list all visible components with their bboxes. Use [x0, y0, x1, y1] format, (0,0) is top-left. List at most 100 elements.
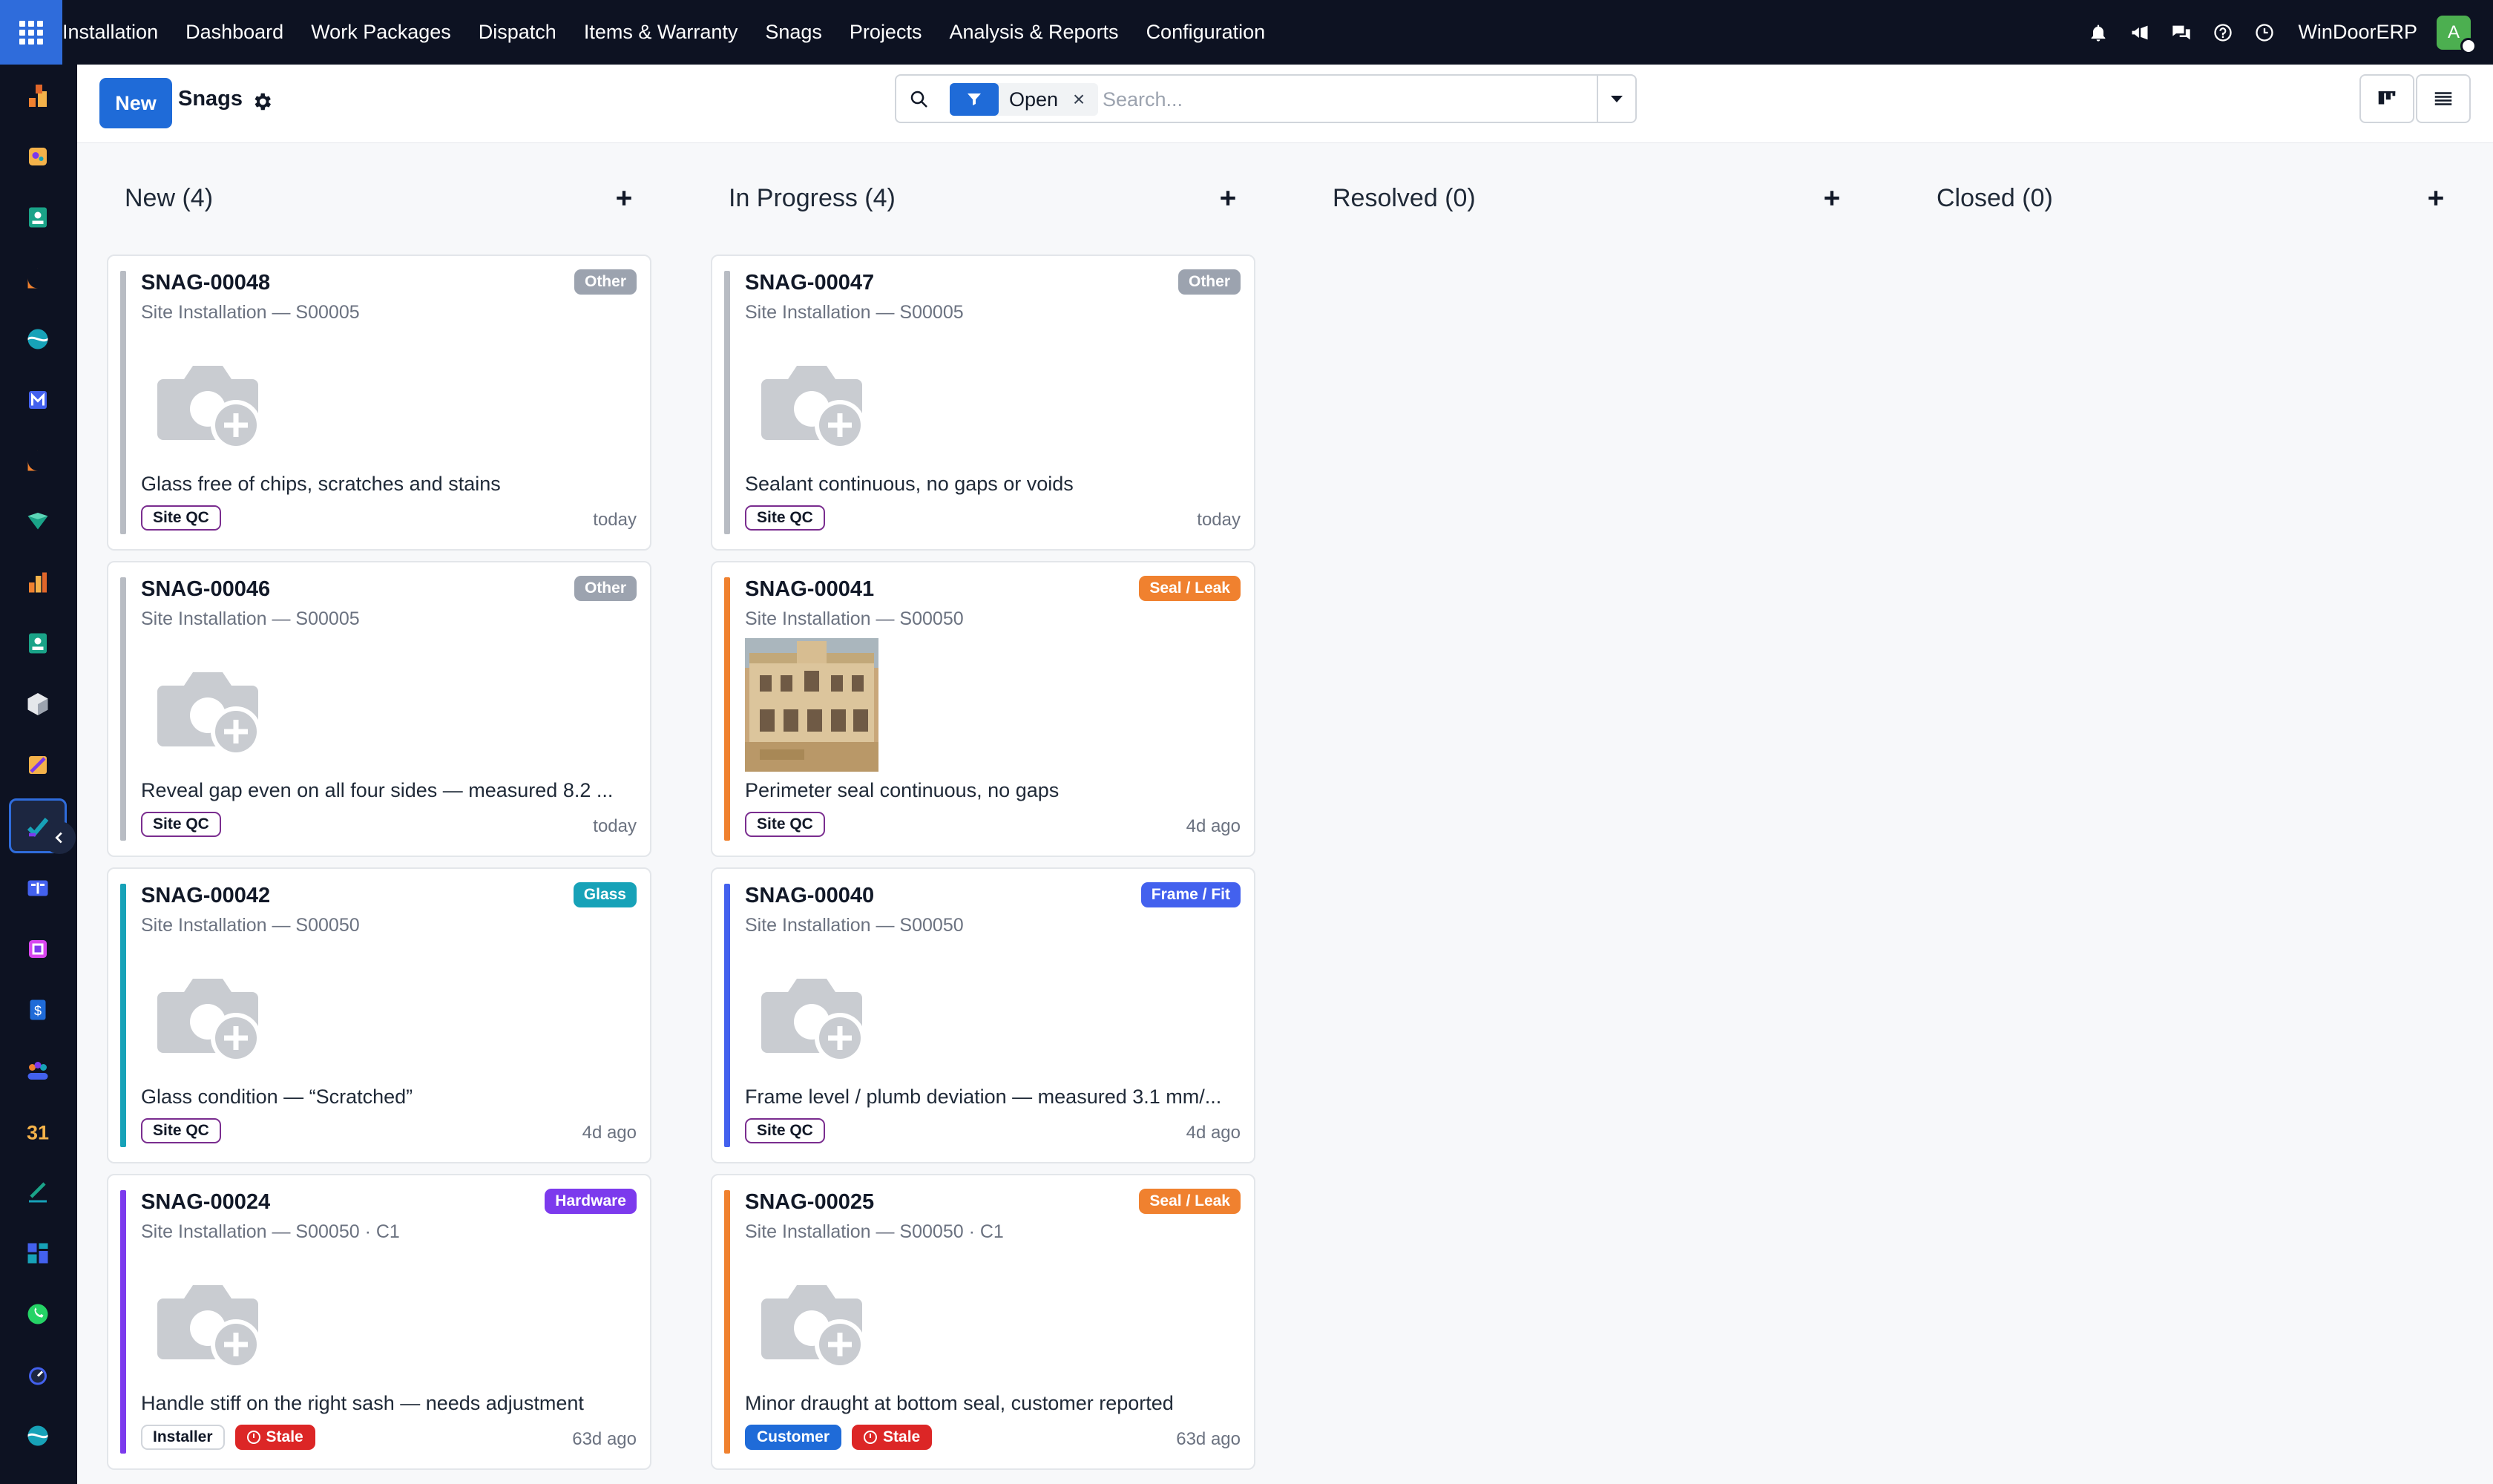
- menu-item-configuration[interactable]: Configuration: [1146, 21, 1266, 44]
- camera-add-icon[interactable]: [141, 949, 275, 1083]
- chip-label: Site QC: [153, 815, 209, 833]
- site-qc-chip: Site QC: [141, 505, 221, 531]
- sidebar-community-app[interactable]: [9, 1043, 67, 1098]
- sidebar-timer-app[interactable]: [9, 1347, 67, 1402]
- column-title: In Progress (4): [729, 183, 896, 212]
- sidebar-helpdesk-app[interactable]: [9, 433, 67, 488]
- collapse-sidebar-button[interactable]: [43, 821, 76, 854]
- sidebar-website-2-app[interactable]: [9, 1408, 67, 1463]
- clock-icon[interactable]: [2253, 22, 2276, 44]
- kanban-card[interactable]: SNAG-00042 Site Installation — S00050 Glas…: [107, 867, 651, 1163]
- sidebar-vault-app[interactable]: [9, 494, 67, 549]
- kanban-card[interactable]: SNAG-00041 Site Installation — S00050 Seal…: [711, 561, 1255, 857]
- kanban-card[interactable]: SNAG-00025 Site Installation — S00050 · C…: [711, 1174, 1255, 1470]
- kanban-card[interactable]: SNAG-00040 Site Installation — S00050 Fram…: [711, 867, 1255, 1163]
- card-timestamp: today: [593, 816, 637, 836]
- sidebar-plugins-app[interactable]: [9, 129, 67, 184]
- barcode-icon: [29, 940, 47, 958]
- sidebar-dashboards-app[interactable]: [9, 1226, 67, 1281]
- list-view-button[interactable]: [2416, 74, 2471, 123]
- sidebar-inventory-app[interactable]: [9, 677, 67, 732]
- category-color-bar: [724, 884, 730, 1147]
- sidebar-sign-app[interactable]: [9, 1165, 67, 1220]
- category-color-bar: [120, 1190, 126, 1454]
- category-color-bar: [724, 577, 730, 841]
- remove-filter-icon[interactable]: ×: [1068, 88, 1089, 111]
- camera-add-icon[interactable]: [745, 336, 878, 470]
- kanban-card[interactable]: SNAG-00048 Site Installation — S00005 Othe…: [107, 255, 651, 551]
- sidebar-knowledge-app[interactable]: [9, 861, 67, 916]
- sidebar-invoicing-app[interactable]: $: [9, 982, 67, 1037]
- plus-icon: [2428, 191, 2443, 206]
- menu-item-snags[interactable]: Snags: [765, 21, 822, 44]
- megaphone-icon[interactable]: [2129, 22, 2151, 44]
- sidebar-calendar-app[interactable]: 31: [9, 1104, 67, 1159]
- sidebar-discuss-app[interactable]: [9, 251, 67, 306]
- sidebar-barcode-app[interactable]: [9, 922, 67, 976]
- grid-icon: [19, 20, 43, 45]
- column-header-resolved: Resolved (0): [1333, 181, 1476, 215]
- kanban-card[interactable]: SNAG-00024 Site Installation — S00050 · C…: [107, 1174, 651, 1470]
- menu-item-dashboard[interactable]: Dashboard: [185, 21, 283, 44]
- camera-add-icon[interactable]: [141, 1255, 275, 1389]
- add-card-button[interactable]: [611, 186, 637, 211]
- user-avatar[interactable]: A: [2437, 15, 2477, 54]
- snag-source: Site Installation — S00005: [141, 608, 360, 629]
- camera-add-icon[interactable]: [745, 1255, 878, 1389]
- add-card-button[interactable]: [1215, 186, 1241, 211]
- search-input[interactable]: [1103, 86, 1548, 113]
- category-tag: Hardware: [545, 1189, 637, 1214]
- menu-item-items-warranty[interactable]: Items & Warranty: [584, 21, 738, 44]
- card-timestamp: 63d ago: [572, 1429, 637, 1449]
- systray: WinDoorERP A: [2068, 0, 2477, 65]
- snag-reference: SNAG-00047: [745, 271, 875, 295]
- website-icon: [27, 329, 48, 349]
- sidebar-stock-app[interactable]: [9, 68, 67, 123]
- search-options-toggle[interactable]: [1597, 76, 1635, 122]
- bell-icon[interactable]: [2087, 22, 2109, 44]
- plus-icon: [1221, 191, 1235, 206]
- card-tags: Site QC: [745, 505, 835, 531]
- snag-reference: SNAG-00024: [141, 1190, 271, 1214]
- chat-icon[interactable]: [2170, 22, 2193, 44]
- gear-icon[interactable]: [251, 91, 273, 113]
- menu-item-analysis-reports[interactable]: Analysis & Reports: [949, 21, 1118, 44]
- sidebar-mail-app[interactable]: [9, 372, 67, 427]
- menu-item-installation[interactable]: Installation: [62, 21, 158, 44]
- snag-photo[interactable]: [745, 638, 878, 772]
- company-name[interactable]: WinDoorERP: [2298, 21, 2417, 44]
- snag-description: Glass free of chips, scratches and stain…: [141, 473, 501, 495]
- kanban-card[interactable]: SNAG-00047 Site Installation — S00005 Othe…: [711, 255, 1255, 551]
- sidebar-employees-app[interactable]: [9, 616, 67, 671]
- add-card-button[interactable]: [1819, 186, 1845, 211]
- new-button[interactable]: New: [99, 78, 172, 128]
- chip-label: Installer: [153, 1428, 213, 1445]
- customer-chip: Customer: [745, 1425, 842, 1450]
- employees-icon: [29, 633, 47, 654]
- menu-item-dispatch[interactable]: Dispatch: [479, 21, 556, 44]
- camera-add-icon[interactable]: [745, 949, 878, 1083]
- snag-reference: SNAG-00048: [141, 271, 271, 295]
- menu-item-projects[interactable]: Projects: [850, 21, 922, 44]
- site-qc-chip: Site QC: [141, 1118, 221, 1143]
- category-color-bar: [724, 271, 730, 534]
- snag-source: Site Installation — S00005: [141, 302, 360, 323]
- apps-menu-button[interactable]: [0, 0, 62, 65]
- sidebar-studio-app[interactable]: [9, 738, 67, 792]
- kanban-card[interactable]: SNAG-00046 Site Installation — S00005 Othe…: [107, 561, 651, 857]
- menu-item-work-packages[interactable]: Work Packages: [311, 21, 451, 44]
- avatar-initial: A: [2447, 22, 2460, 42]
- add-card-button[interactable]: [2423, 186, 2448, 211]
- clock-icon: [246, 1431, 260, 1444]
- website-2-icon: [27, 1425, 48, 1446]
- sidebar-whatsapp-app[interactable]: [9, 1287, 67, 1342]
- site-qc-chip: Site QC: [745, 812, 825, 837]
- camera-add-icon[interactable]: [141, 336, 275, 470]
- sidebar-contacts-app[interactable]: [9, 190, 67, 245]
- help-icon[interactable]: [2212, 22, 2234, 44]
- search-icon[interactable]: [908, 88, 930, 111]
- sidebar-website-app[interactable]: [9, 312, 67, 367]
- sidebar-reporting-app[interactable]: [9, 555, 67, 610]
- camera-add-icon[interactable]: [141, 643, 275, 776]
- kanban-view-button[interactable]: [2359, 74, 2414, 123]
